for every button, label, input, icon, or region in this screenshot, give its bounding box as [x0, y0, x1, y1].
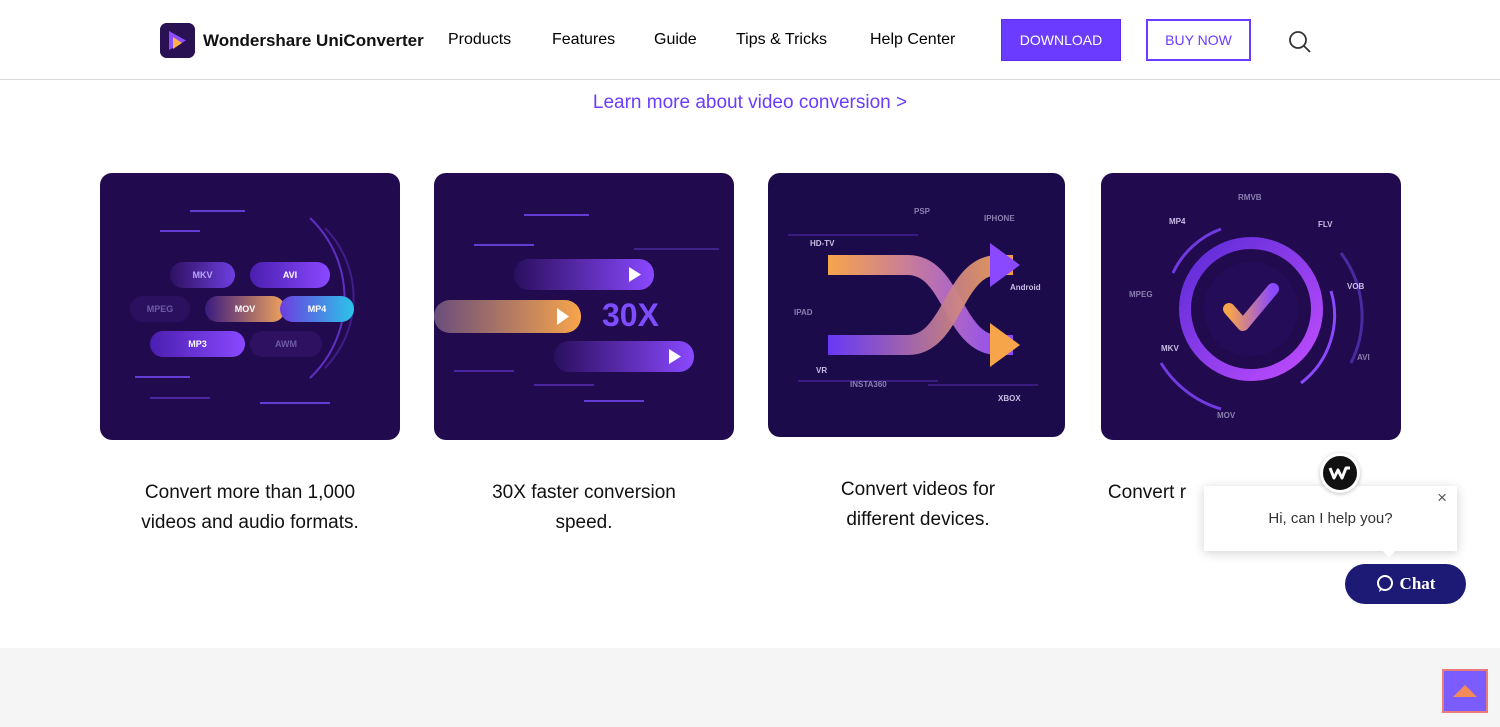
device-label: HD-TV [810, 239, 835, 248]
footer-band [0, 648, 1500, 727]
format-label: RMVB [1238, 193, 1262, 202]
learn-more-link[interactable]: Learn more about video conversion > [0, 92, 1500, 114]
device-label: IPAD [794, 308, 813, 317]
speed-label: 30X [602, 297, 659, 333]
download-button[interactable]: DOWNLOAD [1001, 19, 1121, 61]
device-label: INSTA360 [850, 380, 887, 389]
format-pill: MOV [205, 296, 285, 322]
feature-card-devices: HD-TV PSP IPHONE Android IPAD VR INSTA36… [768, 173, 1065, 437]
format-pill: MP4 [280, 296, 354, 322]
caption-line: different devices. [846, 509, 990, 530]
feature-card-formats: MKV AVI MPEG MOV MP4 MP3 AWM [100, 173, 400, 440]
speed-illustration [434, 214, 719, 402]
format-pill: AWM [250, 331, 322, 357]
search-icon[interactable] [1288, 30, 1312, 54]
format-pill: MP3 [150, 331, 245, 357]
feature-caption-formats: Convert more than 1,000 videos and audio… [100, 478, 400, 538]
device-label: XBOX [998, 394, 1021, 403]
chat-bubble-icon [1376, 575, 1393, 592]
caption-line: 30X faster conversion [492, 482, 676, 503]
format-label: VOB [1347, 282, 1365, 291]
brand-logo[interactable]: Wondershare UniConverter [160, 23, 424, 58]
format-pill: AVI [250, 262, 330, 288]
chat-button[interactable]: Chat [1345, 564, 1466, 604]
nav-tips-tricks[interactable]: Tips & Tricks [736, 31, 827, 49]
device-label: Android [1010, 283, 1041, 292]
uniconverter-logo-icon [160, 23, 195, 58]
format-label: MP4 [1169, 217, 1186, 226]
brand-name: Wondershare UniConverter [203, 30, 424, 50]
nav-features[interactable]: Features [552, 31, 615, 49]
device-label: IPHONE [984, 214, 1015, 223]
scroll-to-top-button[interactable] [1442, 669, 1488, 713]
close-icon[interactable]: × [1437, 488, 1447, 508]
caption-line: Convert more than 1,000 [144, 482, 356, 503]
device-label: PSP [914, 207, 931, 216]
format-pill: MKV [170, 262, 235, 288]
chat-button-label: Chat [1399, 574, 1436, 593]
format-label: MOV [1217, 411, 1236, 420]
feature-caption-speed: 30X faster conversion speed. [434, 478, 734, 538]
nav-help-center[interactable]: Help Center [870, 31, 955, 49]
format-label: MPEG [1129, 290, 1153, 299]
feature-card-speed: 30X [434, 173, 734, 440]
format-label: MKV [1161, 344, 1179, 353]
chat-agent-avatar-icon[interactable] [1320, 453, 1360, 493]
bubble-pointer [1382, 550, 1396, 558]
device-label: VR [816, 366, 828, 375]
nav-products[interactable]: Products [448, 31, 511, 49]
batch-illustration [1159, 227, 1364, 411]
caption-line: videos and audio formats. [141, 512, 359, 533]
arrow-up-icon [1453, 685, 1477, 697]
chat-greeting-bubble: × Hi, can I help you? [1204, 486, 1457, 558]
buy-now-button[interactable]: BUY NOW [1146, 19, 1251, 61]
format-label: FLV [1318, 220, 1333, 229]
chat-greeting-text: Hi, can I help you? [1268, 510, 1393, 527]
nav-guide[interactable]: Guide [654, 31, 697, 49]
feature-card-batch: RMVB MP4 FLV MPEG VOB MKV AVI MOV [1101, 173, 1401, 440]
format-label: AVI [1357, 353, 1370, 362]
site-header: Wondershare UniConverter Products Featur… [0, 0, 1500, 80]
format-pill: MPEG [130, 296, 190, 322]
caption-line: speed. [555, 512, 613, 533]
